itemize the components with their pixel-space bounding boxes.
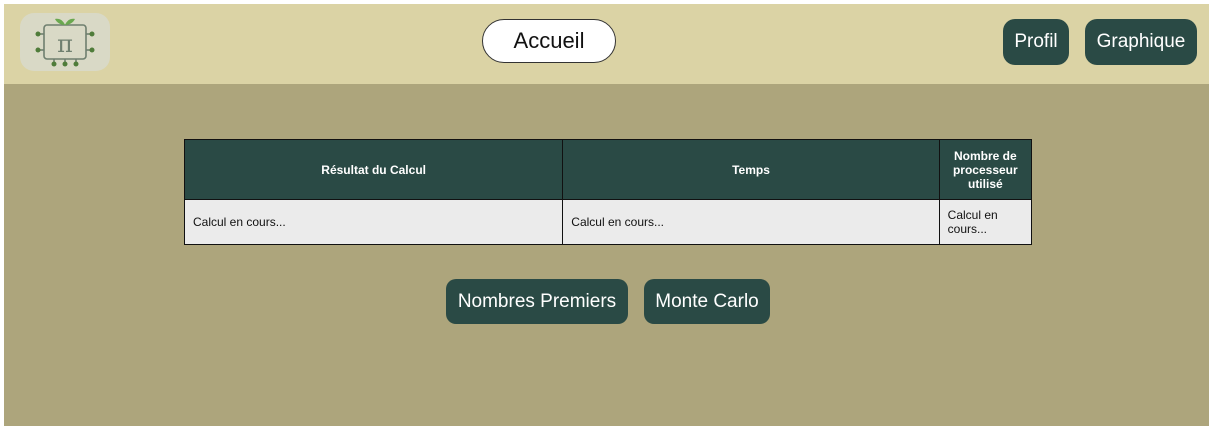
- table-header-row: Résultat du Calcul Temps Nombre de proce…: [183, 139, 1033, 200]
- logo[interactable]: π: [20, 13, 110, 71]
- home-button[interactable]: Accueil: [482, 19, 616, 63]
- chart-button[interactable]: Graphique: [1085, 19, 1197, 65]
- svg-text:π: π: [57, 30, 73, 58]
- processors-cell: Calcul en cours...: [938, 199, 1033, 245]
- table-row: Calcul en cours... Calcul en cours... Ca…: [183, 199, 1033, 245]
- results-table: Résultat du Calcul Temps Nombre de proce…: [183, 139, 1033, 245]
- prime-numbers-button[interactable]: Nombres Premiers: [446, 279, 628, 324]
- app-frame: π Accueil Profil Graphique Résultat du C…: [4, 4, 1209, 426]
- monte-carlo-button[interactable]: Monte Carlo: [644, 279, 770, 324]
- profile-button[interactable]: Profil: [1003, 19, 1069, 65]
- time-cell: Calcul en cours...: [562, 199, 940, 245]
- column-header-time: Temps: [562, 139, 940, 200]
- pi-circuit-logo-icon: π: [35, 18, 95, 67]
- top-navigation-bar: π Accueil Profil Graphique: [4, 4, 1209, 84]
- column-header-result: Résultat du Calcul: [183, 139, 564, 200]
- result-cell: Calcul en cours...: [183, 199, 564, 245]
- column-header-processors: Nombre de processeur utilisé: [938, 139, 1033, 200]
